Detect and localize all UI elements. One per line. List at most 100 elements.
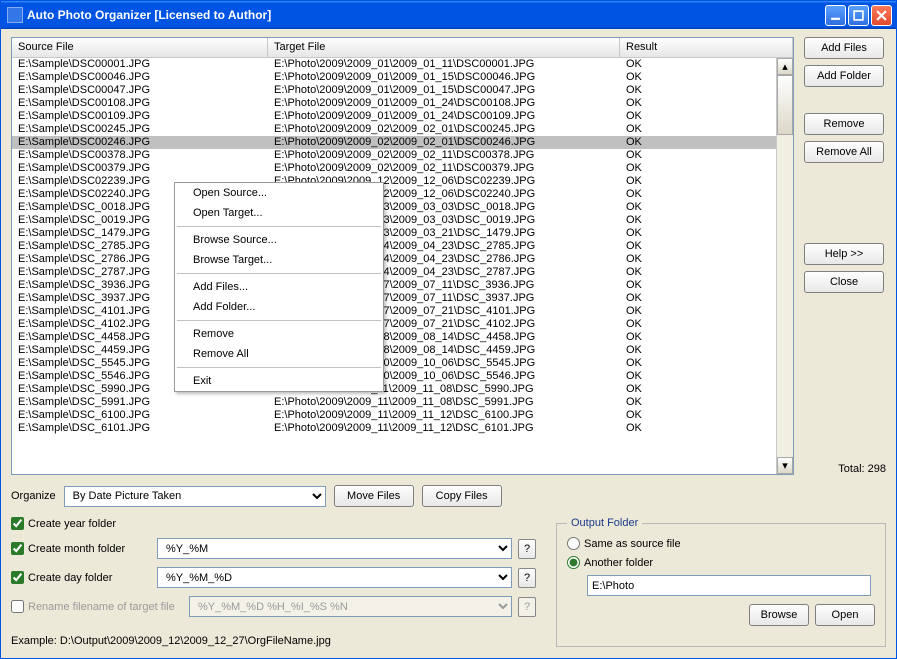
menu-item[interactable]: Add Files... — [175, 277, 383, 297]
cell-result: OK — [620, 344, 793, 357]
menu-item[interactable]: Browse Target... — [175, 250, 383, 270]
file-list[interactable]: Source File Target File Result E:\Sample… — [11, 37, 794, 475]
table-row[interactable]: E:\Sample\DSC02240.JPGE:\Photo\2009\2009… — [12, 188, 793, 201]
cell-target: E:\Photo\2009\2009_11\2009_11_12\DSC_610… — [268, 422, 620, 435]
same-source-radio[interactable] — [567, 537, 580, 550]
table-row[interactable]: E:\Sample\DSC_4459.JPGE:\Photo\2009\2009… — [12, 344, 793, 357]
cell-source: E:\Sample\DSC00379.JPG — [12, 162, 268, 175]
day-folder-checkbox[interactable] — [11, 571, 24, 584]
cell-result: OK — [620, 188, 793, 201]
output-path-input[interactable] — [587, 575, 871, 596]
move-files-button[interactable]: Move Files — [334, 485, 414, 507]
table-row[interactable]: E:\Sample\DSC_5991.JPGE:\Photo\2009\2009… — [12, 396, 793, 409]
table-row[interactable]: E:\Sample\DSC_6100.JPGE:\Photo\2009\2009… — [12, 409, 793, 422]
organize-combo[interactable]: By Date Picture Taken — [64, 486, 326, 507]
rename-label: Rename filename of target file — [28, 601, 175, 613]
browse-button[interactable]: Browse — [749, 604, 809, 626]
cell-result: OK — [620, 201, 793, 214]
cell-result: OK — [620, 292, 793, 305]
scroll-down-icon[interactable]: ▾ — [777, 457, 793, 474]
another-folder-radio[interactable] — [567, 556, 580, 569]
table-row[interactable]: E:\Sample\DSC_2785.JPGE:\Photo\2009\2009… — [12, 240, 793, 253]
table-row[interactable]: E:\Sample\DSC_5545.JPGE:\Photo\2009\2009… — [12, 357, 793, 370]
table-row[interactable]: E:\Sample\DSC00246.JPGE:\Photo\2009\2009… — [12, 136, 793, 149]
menu-item[interactable]: Open Source... — [175, 183, 383, 203]
table-row[interactable]: E:\Sample\DSC02239.JPGE:\Photo\2009\2009… — [12, 175, 793, 188]
menu-item[interactable]: Remove — [175, 324, 383, 344]
table-row[interactable]: E:\Sample\DSC00108.JPGE:\Photo\2009\2009… — [12, 97, 793, 110]
header-source[interactable]: Source File — [12, 38, 268, 57]
close-app-button[interactable]: Close — [804, 271, 884, 293]
cell-result: OK — [620, 110, 793, 123]
month-format-combo[interactable]: %Y_%M — [157, 538, 512, 559]
title-bar: Auto Photo Organizer [Licensed to Author… — [1, 1, 896, 29]
vertical-scrollbar[interactable]: ▴ ▾ — [776, 58, 793, 474]
table-row[interactable]: E:\Sample\DSC_0018.JPGE:\Photo\2009\2009… — [12, 201, 793, 214]
month-help-icon[interactable]: ? — [518, 539, 536, 559]
rename-help-icon[interactable]: ? — [518, 597, 536, 617]
table-row[interactable]: E:\Sample\DSC_1479.JPGE:\Photo\2009\2009… — [12, 227, 793, 240]
table-row[interactable]: E:\Sample\DSC_2787.JPGE:\Photo\2009\2009… — [12, 266, 793, 279]
same-source-label: Same as source file — [584, 538, 681, 550]
month-folder-checkbox[interactable] — [11, 542, 24, 555]
maximize-button[interactable] — [848, 5, 869, 26]
menu-item[interactable]: Open Target... — [175, 203, 383, 223]
remove-button[interactable]: Remove — [804, 113, 884, 135]
add-files-button[interactable]: Add Files — [804, 37, 884, 59]
table-row[interactable]: E:\Sample\DSC_0019.JPGE:\Photo\2009\2009… — [12, 214, 793, 227]
menu-separator — [177, 273, 381, 274]
table-row[interactable]: E:\Sample\DSC_4102.JPGE:\Photo\2009\2009… — [12, 318, 793, 331]
menu-separator — [177, 367, 381, 368]
table-row[interactable]: E:\Sample\DSC_5546.JPGE:\Photo\2009\2009… — [12, 370, 793, 383]
add-folder-button[interactable]: Add Folder — [804, 65, 884, 87]
cell-result: OK — [620, 266, 793, 279]
remove-all-button[interactable]: Remove All — [804, 141, 884, 163]
open-folder-button[interactable]: Open — [815, 604, 875, 626]
day-help-icon[interactable]: ? — [518, 568, 536, 588]
table-row[interactable]: E:\Sample\DSC00378.JPGE:\Photo\2009\2009… — [12, 149, 793, 162]
header-result[interactable]: Result — [620, 38, 793, 57]
table-row[interactable]: E:\Sample\DSC00245.JPGE:\Photo\2009\2009… — [12, 123, 793, 136]
menu-item[interactable]: Exit — [175, 371, 383, 391]
table-row[interactable]: E:\Sample\DSC00109.JPGE:\Photo\2009\2009… — [12, 110, 793, 123]
help-button[interactable]: Help >> — [804, 243, 884, 265]
table-row[interactable]: E:\Sample\DSC_6101.JPGE:\Photo\2009\2009… — [12, 422, 793, 435]
table-row[interactable]: E:\Sample\DSC_4458.JPGE:\Photo\2009\2009… — [12, 331, 793, 344]
cell-target: E:\Photo\2009\2009_01\2009_01_24\DSC0010… — [268, 97, 620, 110]
cell-result: OK — [620, 357, 793, 370]
cell-result: OK — [620, 253, 793, 266]
menu-item[interactable]: Add Folder... — [175, 297, 383, 317]
cell-target: E:\Photo\2009\2009_01\2009_01_15\DSC0004… — [268, 84, 620, 97]
header-target[interactable]: Target File — [268, 38, 620, 57]
cell-target: E:\Photo\2009\2009_01\2009_01_11\DSC0000… — [268, 58, 620, 71]
scroll-up-icon[interactable]: ▴ — [777, 58, 793, 75]
cell-result: OK — [620, 123, 793, 136]
rename-format-combo[interactable]: %Y_%M_%D %H_%I_%S %N — [189, 596, 512, 617]
table-row[interactable]: E:\Sample\DSC_3937.JPGE:\Photo\2009\2009… — [12, 292, 793, 305]
cell-source: E:\Sample\DSC00108.JPG — [12, 97, 268, 110]
copy-files-button[interactable]: Copy Files — [422, 485, 502, 507]
day-format-combo[interactable]: %Y_%M_%D — [157, 567, 512, 588]
menu-item[interactable]: Remove All — [175, 344, 383, 364]
cell-result: OK — [620, 409, 793, 422]
cell-source: E:\Sample\DSC_6101.JPG — [12, 422, 268, 435]
year-folder-checkbox[interactable] — [11, 517, 24, 530]
menu-separator — [177, 226, 381, 227]
table-row[interactable]: E:\Sample\DSC_2786.JPGE:\Photo\2009\2009… — [12, 253, 793, 266]
table-row[interactable]: E:\Sample\DSC_5990.JPGE:\Photo\2009\2009… — [12, 383, 793, 396]
side-buttons: Add Files Add Folder Remove Remove All H… — [804, 37, 886, 475]
minimize-button[interactable] — [825, 5, 846, 26]
table-row[interactable]: E:\Sample\DSC00001.JPGE:\Photo\2009\2009… — [12, 58, 793, 71]
cell-result: OK — [620, 370, 793, 383]
menu-item[interactable]: Browse Source... — [175, 230, 383, 250]
cell-result: OK — [620, 240, 793, 253]
table-row[interactable]: E:\Sample\DSC00047.JPGE:\Photo\2009\2009… — [12, 84, 793, 97]
table-row[interactable]: E:\Sample\DSC_3936.JPGE:\Photo\2009\2009… — [12, 279, 793, 292]
table-row[interactable]: E:\Sample\DSC00379.JPGE:\Photo\2009\2009… — [12, 162, 793, 175]
table-row[interactable]: E:\Sample\DSC_4101.JPGE:\Photo\2009\2009… — [12, 305, 793, 318]
close-button[interactable] — [871, 5, 892, 26]
scroll-thumb[interactable] — [777, 75, 793, 135]
table-row[interactable]: E:\Sample\DSC00046.JPGE:\Photo\2009\2009… — [12, 71, 793, 84]
cell-source: E:\Sample\DSC_6100.JPG — [12, 409, 268, 422]
rename-checkbox[interactable] — [11, 600, 24, 613]
